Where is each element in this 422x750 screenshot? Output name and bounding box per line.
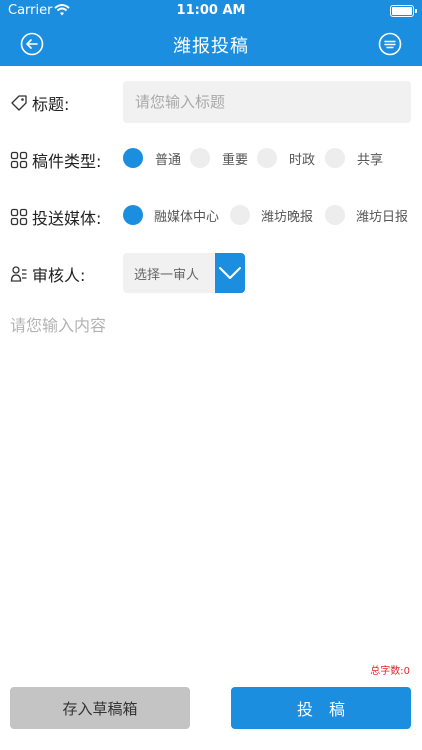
chevron-down-icon[interactable] — [215, 253, 245, 293]
reviewer-select[interactable]: 选择一审人 — [123, 253, 245, 293]
page-title: 潍报投稿 — [173, 36, 249, 57]
radio-selected-icon — [123, 205, 143, 225]
option-label: 普通 — [155, 152, 182, 168]
tag-icon — [10, 94, 28, 112]
option-label: 共享 — [357, 152, 384, 168]
title-input[interactable] — [123, 81, 411, 123]
save-draft-button[interactable]: 存入草稿箱 — [10, 687, 190, 729]
radio-unselected-icon — [230, 205, 250, 225]
title-label: 标题: — [32, 95, 70, 114]
option-label: 重要 — [222, 152, 249, 168]
type-option-zhongyao[interactable]: 重要 — [190, 148, 248, 168]
option-label: 融媒体中心 — [154, 209, 220, 225]
media-option-wanbao[interactable]: 潍坊晚报 — [230, 205, 313, 225]
radio-unselected-icon — [325, 148, 345, 168]
type-option-gongxiang[interactable]: 共享 — [325, 148, 383, 168]
submit-button[interactable]: 投 稿 — [231, 687, 411, 729]
battery-icon — [390, 5, 417, 17]
option-label: 潍坊晚报 — [261, 209, 314, 225]
type-row-label: 稿件类型: — [10, 148, 101, 172]
media-label: 投送媒体: — [32, 209, 102, 228]
grid-icon — [10, 208, 28, 226]
menu-icon[interactable] — [378, 32, 402, 56]
reviewer-row-label: 审核人: — [10, 262, 85, 286]
radio-unselected-icon — [190, 148, 210, 168]
clock: 11:00 AM — [176, 3, 246, 18]
title-row-label: 标题: — [10, 91, 69, 115]
media-option-ribao[interactable]: 潍坊日报 — [325, 205, 408, 225]
media-option-rongmeiti[interactable]: 融媒体中心 — [123, 205, 219, 225]
reviewer-value[interactable]: 选择一审人 — [123, 253, 215, 293]
option-label: 时政 — [289, 152, 316, 168]
nav-bar: 潍报投稿 — [0, 22, 422, 66]
type-option-putong[interactable]: 普通 — [123, 148, 181, 168]
grid-icon — [10, 151, 28, 169]
person-list-icon — [10, 265, 28, 283]
radio-selected-icon — [123, 148, 143, 168]
word-count: 总字数:0 — [370, 666, 410, 677]
radio-unselected-icon — [257, 148, 277, 168]
status-bar: Carrier 11:00 AM — [0, 0, 422, 22]
radio-unselected-icon — [325, 205, 345, 225]
media-row-label: 投送媒体: — [10, 205, 101, 229]
type-label: 稿件类型: — [32, 152, 102, 171]
content-textarea[interactable] — [10, 312, 410, 652]
reviewer-label: 审核人: — [32, 266, 86, 285]
option-label: 潍坊日报 — [356, 209, 409, 225]
type-option-shizheng[interactable]: 时政 — [257, 148, 315, 168]
